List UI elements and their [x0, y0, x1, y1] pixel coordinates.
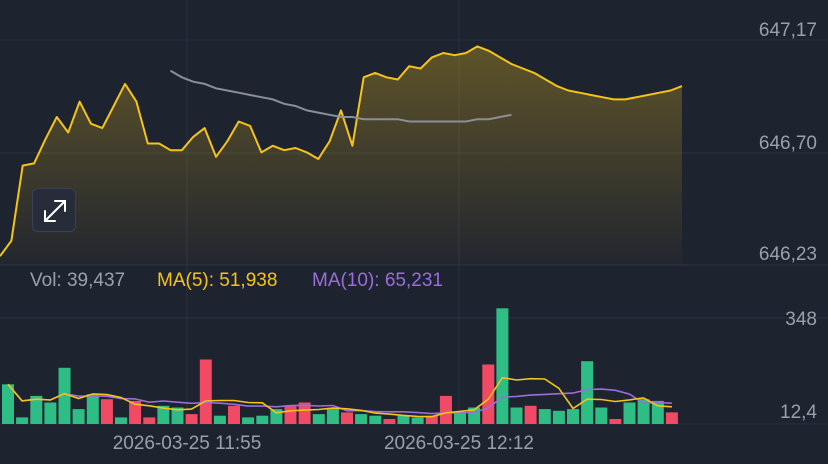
time-tick-label: 2026-03-25 11:55: [113, 433, 262, 454]
volume-bar: [72, 409, 85, 424]
volume-bar: [383, 419, 396, 424]
volume-bar: [143, 417, 156, 424]
volume-bar: [115, 417, 127, 424]
volume-tick-label: 12,4: [780, 402, 817, 423]
volume-bar: [242, 417, 255, 424]
volume-bar: [284, 405, 297, 424]
volume-bar: [538, 409, 551, 424]
ma10-legend: MA(10): 65,231: [312, 270, 443, 291]
volume-bar: [411, 417, 424, 424]
volume-bar: [496, 308, 509, 424]
volume-bar: [454, 412, 466, 424]
ma5-legend: MA(5): 51,938: [157, 270, 277, 291]
volume-bar: [397, 415, 410, 424]
price-area: [0, 45, 683, 266]
volume-bar: [228, 405, 240, 424]
volume-bar: [510, 407, 523, 424]
volume-bar: [270, 409, 283, 424]
time-axis: 2026-03-25 11:55 2026-03-25 12:12: [113, 433, 534, 454]
volume-bar: [623, 402, 636, 424]
expand-arrows-icon: [44, 200, 66, 222]
volume-bar: [355, 414, 368, 424]
volume-bar: [326, 409, 339, 424]
volume-bar: [524, 405, 537, 424]
volume-bar: [16, 417, 29, 424]
volume-bar: [312, 414, 325, 424]
volume-bar: [665, 412, 678, 424]
volume-tick-label: 348: [785, 309, 817, 330]
volume-bar: [199, 359, 212, 424]
volume-bar: [256, 415, 269, 424]
volume-bar: [439, 395, 452, 424]
time-tick-label: 2026-03-25 12:12: [384, 433, 534, 454]
volume-bar: [341, 412, 353, 424]
volume-bar: [595, 407, 608, 424]
price-volume-chart[interactable]: 647,17 646,70 646,23 348 12,4 2026-03-25 11…: [0, 0, 828, 464]
volume-bar: [609, 419, 622, 424]
price-area-fill: [0, 46, 682, 266]
volume-bar: [552, 410, 565, 424]
volume-bar: [581, 361, 594, 424]
price-tick-label: 646,23: [759, 244, 817, 265]
volume-bar: [567, 409, 579, 424]
volume-bar: [86, 394, 99, 424]
volume-bar: [100, 399, 113, 424]
volume-bar: [185, 414, 198, 424]
price-tick-label: 646,70: [759, 133, 817, 154]
price-tick-label: 647,17: [759, 20, 817, 41]
volume-bar: [213, 415, 226, 424]
price-axis: 647,17 646,70 646,23: [759, 20, 817, 265]
volume-axis: 348 12,4: [780, 309, 817, 423]
volume-bar: [369, 415, 382, 424]
volume-bar: [44, 402, 57, 424]
expand-chart-button[interactable]: [32, 188, 76, 232]
vol-legend: Vol: 39,437: [30, 270, 125, 291]
